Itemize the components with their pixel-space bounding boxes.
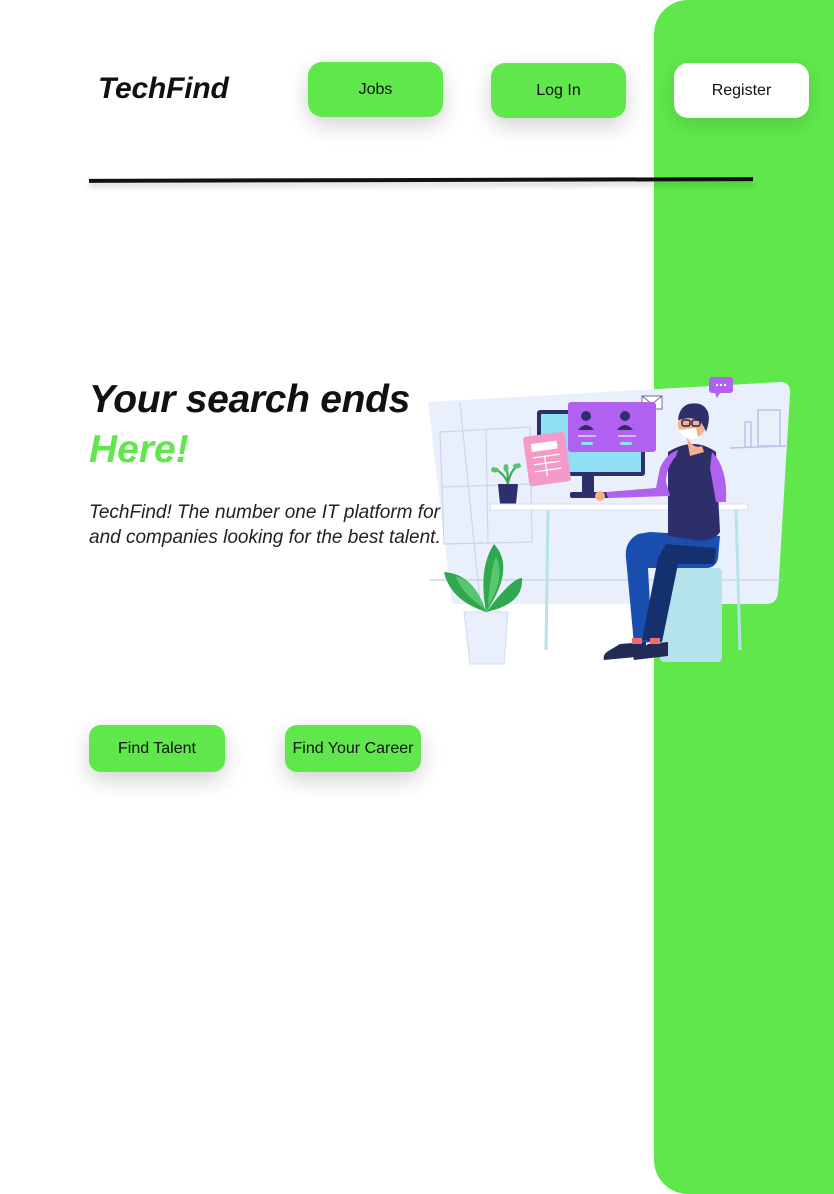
person-at-desk-illustration	[428, 377, 791, 665]
login-button[interactable]: Log In	[491, 63, 626, 118]
find-talent-button[interactable]: Find Talent	[89, 725, 225, 772]
jobs-button[interactable]: Jobs	[308, 62, 443, 117]
hero-accent: Here!	[89, 428, 189, 471]
hero-title: Your search ends	[89, 378, 411, 421]
brand-logo[interactable]: TechFind	[98, 72, 229, 106]
find-career-button[interactable]: Find Your Career	[285, 725, 421, 772]
register-button[interactable]: Register	[674, 63, 809, 118]
